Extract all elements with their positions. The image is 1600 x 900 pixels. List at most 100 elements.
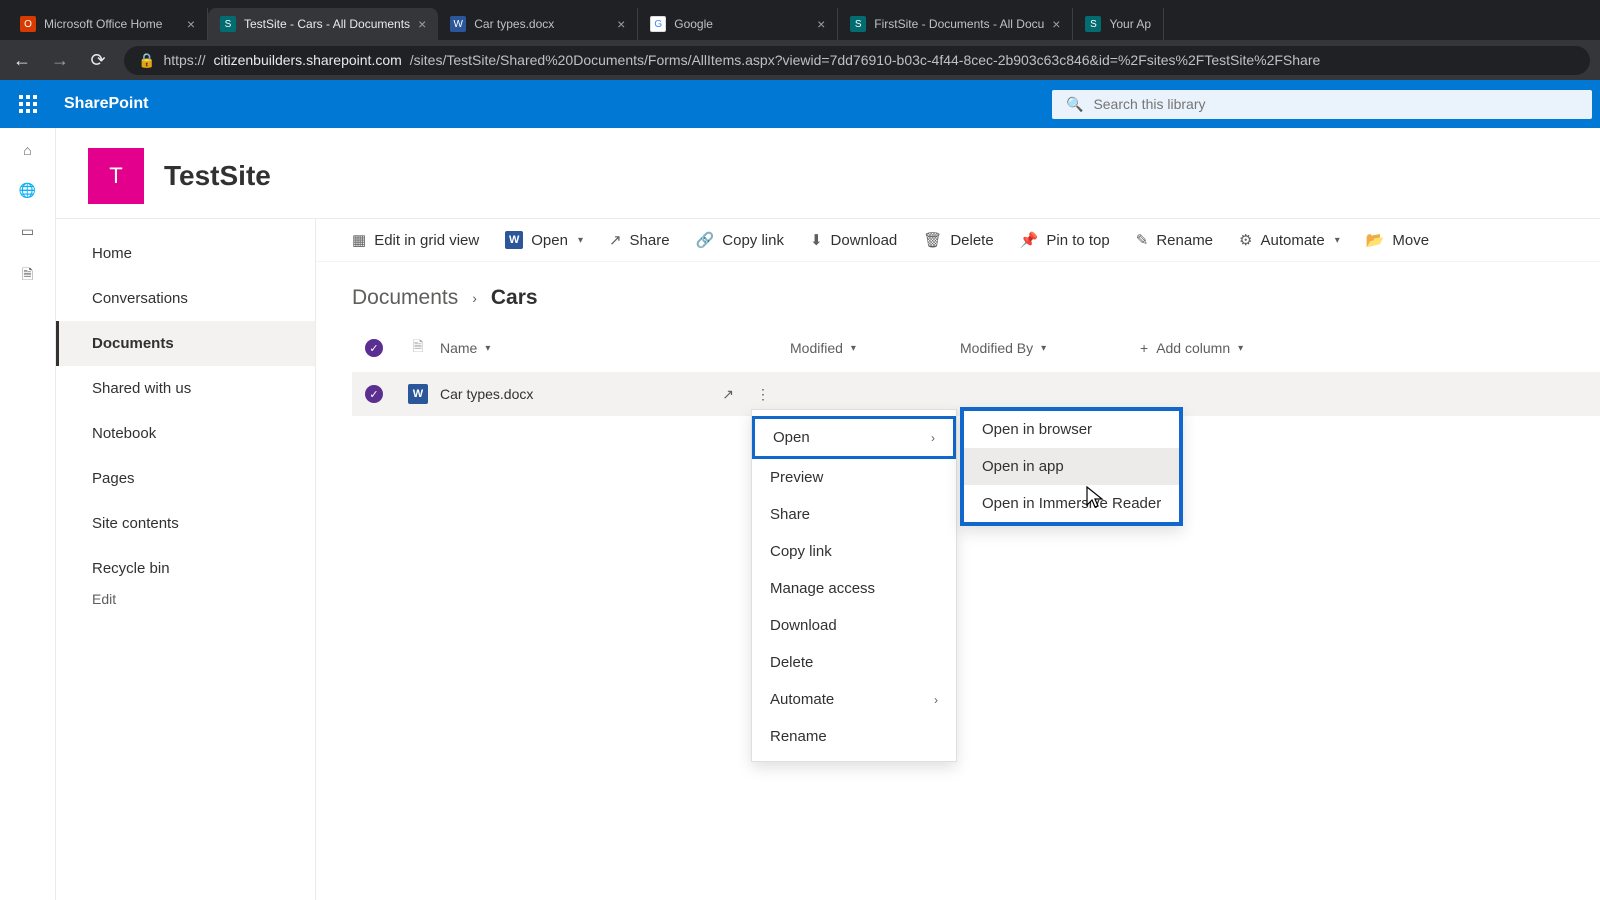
cmd-label: Delete xyxy=(950,232,993,249)
column-headers: ✓ 🗎 Name ▾ Modified ▾ Modified By xyxy=(352,324,1600,372)
ctx-automate[interactable]: Automate › xyxy=(752,681,956,718)
suite-bar: SharePoint 🔍 xyxy=(0,80,1600,128)
cmd-delete[interactable]: 🗑 Delete xyxy=(923,231,993,249)
site-header: T TestSite xyxy=(56,128,1600,218)
product-brand[interactable]: SharePoint xyxy=(64,95,148,113)
reload-button[interactable]: ⟳ xyxy=(86,50,110,71)
nav-conversations[interactable]: Conversations xyxy=(56,276,315,321)
cmd-label: Share xyxy=(630,232,670,249)
link-icon: 🔗 xyxy=(696,231,715,249)
nav-pages[interactable]: Pages xyxy=(56,456,315,501)
cmd-automate[interactable]: ⚙ Automate ▾ xyxy=(1239,231,1340,249)
ctx-label: Share xyxy=(770,506,810,523)
rename-icon: ✎ xyxy=(1136,231,1149,249)
ctx-share[interactable]: Share xyxy=(752,496,956,533)
submenu-open-browser[interactable]: Open in browser xyxy=(964,411,1179,448)
news-icon[interactable]: ▭ xyxy=(16,223,40,240)
files-table: ✓ 🗎 Name ▾ Modified ▾ Modified By xyxy=(316,320,1600,416)
address-bar[interactable]: 🔒 https://citizenbuilders.sharepoint.com… xyxy=(124,46,1590,75)
column-label: Modified By xyxy=(960,340,1033,356)
sharepoint-favicon: S xyxy=(1085,16,1101,32)
ctx-label: Open in Immersive Reader xyxy=(982,495,1161,512)
cmd-edit-grid[interactable]: ▦ Edit in grid view xyxy=(352,231,479,249)
ctx-preview[interactable]: Preview xyxy=(752,459,956,496)
cmd-label: Open xyxy=(531,232,568,249)
more-actions-icon[interactable]: ⋮ xyxy=(756,386,770,403)
share-row-icon[interactable]: ↗ xyxy=(722,386,734,403)
cmd-pin[interactable]: 📌 Pin to top xyxy=(1020,231,1110,249)
nav-notebook[interactable]: Notebook xyxy=(56,411,315,456)
pin-icon: 📌 xyxy=(1020,231,1039,249)
row-selected-icon[interactable]: ✓ xyxy=(365,385,383,403)
grid-icon: ▦ xyxy=(352,231,366,249)
tab-title: Car types.docx xyxy=(474,17,554,31)
close-icon[interactable]: × xyxy=(817,16,825,32)
ctx-manage-access[interactable]: Manage access xyxy=(752,570,956,607)
files-icon[interactable]: 🗎 xyxy=(16,264,40,288)
ctx-label: Open xyxy=(773,429,810,446)
submenu-open-immersive[interactable]: Open in Immersive Reader xyxy=(964,485,1179,522)
site-logo[interactable]: T xyxy=(88,148,144,204)
breadcrumb: Documents › Cars xyxy=(316,262,1600,320)
cmd-share[interactable]: ↗ Share xyxy=(609,231,670,249)
site-title[interactable]: TestSite xyxy=(164,160,271,192)
cmd-move[interactable]: 📂 Move xyxy=(1366,231,1429,249)
suite-search[interactable]: 🔍 xyxy=(1052,90,1592,119)
sharepoint-favicon: S xyxy=(220,16,236,32)
breadcrumb-root[interactable]: Documents xyxy=(352,286,458,310)
close-icon[interactable]: × xyxy=(1052,16,1060,32)
modified-column-header[interactable]: Modified ▾ xyxy=(790,340,960,356)
site-area: T TestSite Home Conversations Documents … xyxy=(56,128,1600,900)
cmd-label: Download xyxy=(831,232,898,249)
forward-button[interactable]: → xyxy=(48,50,72,71)
ctx-copy-link[interactable]: Copy link xyxy=(752,533,956,570)
nav-home[interactable]: Home xyxy=(56,231,315,276)
submenu-open-app[interactable]: Open in app xyxy=(964,448,1179,485)
add-column-button[interactable]: + Add column ▾ xyxy=(1140,340,1320,356)
browser-tab[interactable]: O Microsoft Office Home × xyxy=(8,8,208,40)
browser-tab[interactable]: S FirstSite - Documents - All Docu × xyxy=(838,8,1073,40)
ctx-rename[interactable]: Rename xyxy=(752,718,956,755)
select-all-column[interactable]: ✓ xyxy=(352,339,396,358)
browser-toolbar: ← → ⟳ 🔒 https://citizenbuilders.sharepoi… xyxy=(0,40,1600,80)
name-column-header[interactable]: Name ▾ xyxy=(440,340,790,356)
nav-shared-with-us[interactable]: Shared with us xyxy=(56,366,315,411)
close-icon[interactable]: × xyxy=(187,16,195,32)
browser-tab[interactable]: S TestSite - Cars - All Documents × xyxy=(208,8,438,40)
browser-tab[interactable]: S Your Ap xyxy=(1073,8,1164,40)
word-doc-icon: W xyxy=(408,384,428,404)
modified-by-column-header[interactable]: Modified By ▾ xyxy=(960,340,1140,356)
chevron-right-icon: › xyxy=(931,431,935,445)
ctx-download[interactable]: Download xyxy=(752,607,956,644)
close-icon[interactable]: × xyxy=(418,16,426,32)
lock-icon: 🔒 xyxy=(138,52,155,69)
search-input[interactable] xyxy=(1093,96,1578,112)
ctx-delete[interactable]: Delete xyxy=(752,644,956,681)
column-label: Modified xyxy=(790,340,843,356)
nav-site-contents[interactable]: Site contents xyxy=(56,501,315,546)
back-button[interactable]: ← xyxy=(10,50,34,71)
browser-tab[interactable]: G Google × xyxy=(638,8,838,40)
close-icon[interactable]: × xyxy=(617,16,625,32)
url-prefix: https:// xyxy=(163,52,205,68)
cmd-download[interactable]: ⬇ Download xyxy=(810,231,897,249)
cmd-label: Rename xyxy=(1156,232,1213,249)
cmd-open[interactable]: W Open ▾ xyxy=(505,231,583,249)
waffle-icon xyxy=(19,95,37,113)
share-icon: ↗ xyxy=(609,231,622,249)
tab-title: Your Ap xyxy=(1109,17,1151,31)
browser-tab[interactable]: W Car types.docx × xyxy=(438,8,638,40)
cmd-rename[interactable]: ✎ Rename xyxy=(1136,231,1213,249)
nav-edit-link[interactable]: Edit xyxy=(56,567,152,631)
file-name[interactable]: Car types.docx xyxy=(440,386,533,402)
sharepoint-favicon: S xyxy=(850,16,866,32)
globe-icon[interactable]: 🌐 xyxy=(16,182,40,199)
nav-documents[interactable]: Documents xyxy=(56,321,315,366)
column-label: Add column xyxy=(1156,340,1230,356)
home-icon[interactable]: ⌂ xyxy=(16,142,40,158)
ctx-open[interactable]: Open › xyxy=(752,416,956,459)
cmd-copy-link[interactable]: 🔗 Copy link xyxy=(696,231,784,249)
app-launcher[interactable] xyxy=(8,84,48,124)
cmd-label: Pin to top xyxy=(1046,232,1109,249)
chevron-down-icon: ▾ xyxy=(578,235,583,246)
